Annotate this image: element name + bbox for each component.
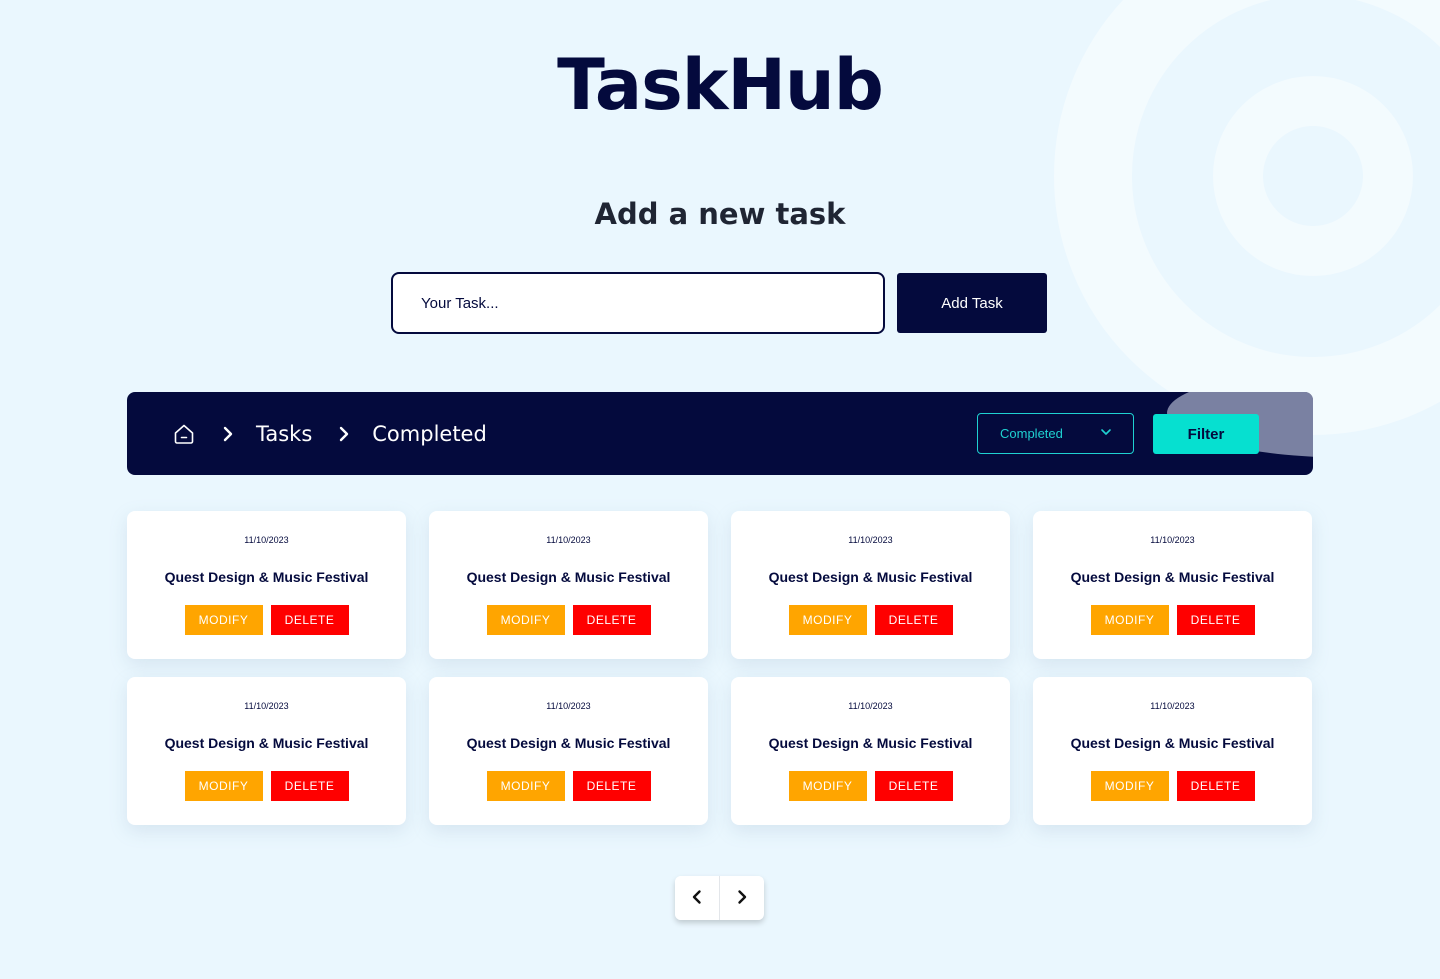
task-actions: MODIFY DELETE — [788, 605, 953, 635]
task-date: 11/10/2023 — [848, 701, 893, 711]
background-rings-decoration — [1054, 0, 1440, 435]
task-actions: MODIFY DELETE — [788, 771, 953, 801]
delete-button[interactable]: DELETE — [874, 605, 953, 635]
task-date: 11/10/2023 — [1150, 535, 1195, 545]
task-input[interactable] — [391, 272, 885, 334]
breadcrumb-tasks[interactable]: Tasks — [256, 422, 312, 446]
task-card: 11/10/2023 Quest Design & Music Festival… — [127, 511, 406, 659]
chevron-right-icon — [334, 424, 354, 444]
task-card: 11/10/2023 Quest Design & Music Festival… — [1033, 511, 1312, 659]
task-card: 11/10/2023 Quest Design & Music Festival… — [731, 677, 1010, 825]
add-task-button[interactable]: Add Task — [897, 273, 1047, 333]
app-title: TaskHub — [557, 44, 884, 126]
task-date: 11/10/2023 — [244, 535, 289, 545]
task-title: Quest Design & Music Festival — [164, 735, 369, 751]
delete-button[interactable]: DELETE — [1176, 605, 1255, 635]
breadcrumb-completed: Completed — [372, 421, 487, 446]
task-actions: MODIFY DELETE — [1090, 605, 1255, 635]
modify-button[interactable]: MODIFY — [1090, 605, 1169, 635]
task-actions: MODIFY DELETE — [486, 605, 651, 635]
delete-button[interactable]: DELETE — [270, 771, 349, 801]
task-title: Quest Design & Music Festival — [466, 569, 671, 585]
delete-button[interactable]: DELETE — [270, 605, 349, 635]
add-task-heading: Add a new task — [594, 197, 846, 231]
modify-button[interactable]: MODIFY — [788, 605, 867, 635]
delete-button[interactable]: DELETE — [572, 605, 651, 635]
chevron-left-icon — [688, 888, 706, 909]
task-actions: MODIFY DELETE — [184, 771, 349, 801]
task-card: 11/10/2023 Quest Design & Music Festival… — [429, 511, 708, 659]
status-filter-value: Completed — [1000, 426, 1063, 441]
modify-button[interactable]: MODIFY — [1090, 771, 1169, 801]
task-title: Quest Design & Music Festival — [1070, 735, 1275, 751]
task-title: Quest Design & Music Festival — [164, 569, 369, 585]
next-page-button[interactable] — [719, 876, 763, 920]
task-title: Quest Design & Music Festival — [768, 569, 973, 585]
modify-button[interactable]: MODIFY — [184, 605, 263, 635]
task-date: 11/10/2023 — [546, 535, 591, 545]
task-card: 11/10/2023 Quest Design & Music Festival… — [1033, 677, 1312, 825]
chevron-down-icon — [1099, 425, 1113, 442]
breadcrumb: Tasks Completed — [172, 392, 487, 475]
previous-page-button[interactable] — [675, 876, 719, 920]
pagination — [675, 876, 764, 920]
task-actions: MODIFY DELETE — [184, 605, 349, 635]
task-title: Quest Design & Music Festival — [768, 735, 973, 751]
home-icon[interactable] — [172, 422, 196, 446]
filter-toolbar: Tasks Completed Completed Filter — [127, 392, 1313, 475]
modify-button[interactable]: MODIFY — [486, 605, 565, 635]
chevron-right-icon — [733, 888, 751, 909]
task-card: 11/10/2023 Quest Design & Music Festival… — [731, 511, 1010, 659]
modify-button[interactable]: MODIFY — [788, 771, 867, 801]
delete-button[interactable]: DELETE — [874, 771, 953, 801]
filter-button[interactable]: Filter — [1153, 414, 1259, 454]
task-date: 11/10/2023 — [546, 701, 591, 711]
status-filter-select[interactable]: Completed — [977, 413, 1134, 454]
task-actions: MODIFY DELETE — [1090, 771, 1255, 801]
task-actions: MODIFY DELETE — [486, 771, 651, 801]
modify-button[interactable]: MODIFY — [184, 771, 263, 801]
chevron-right-icon — [218, 424, 238, 444]
task-date: 11/10/2023 — [848, 535, 893, 545]
delete-button[interactable]: DELETE — [572, 771, 651, 801]
task-date: 11/10/2023 — [244, 701, 289, 711]
task-title: Quest Design & Music Festival — [1070, 569, 1275, 585]
task-card: 11/10/2023 Quest Design & Music Festival… — [127, 677, 406, 825]
task-date: 11/10/2023 — [1150, 701, 1195, 711]
task-grid: 11/10/2023 Quest Design & Music Festival… — [127, 511, 1313, 825]
task-card: 11/10/2023 Quest Design & Music Festival… — [429, 677, 708, 825]
task-title: Quest Design & Music Festival — [466, 735, 671, 751]
delete-button[interactable]: DELETE — [1176, 771, 1255, 801]
modify-button[interactable]: MODIFY — [486, 771, 565, 801]
